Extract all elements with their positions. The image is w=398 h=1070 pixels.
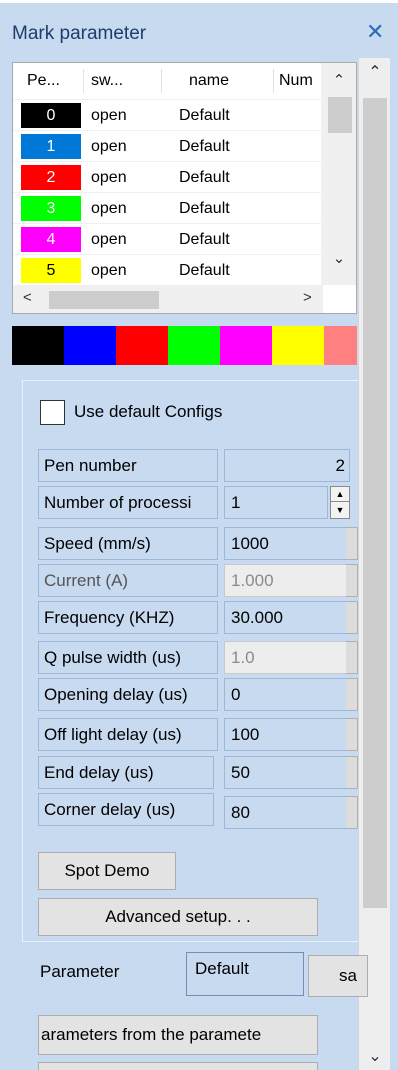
col-header-pen[interactable]: Pe... bbox=[27, 63, 60, 99]
frequency-input[interactable]: 30.000 bbox=[224, 601, 358, 634]
pen-color-swatch[interactable] bbox=[168, 326, 220, 365]
table-scroll-up-icon[interactable]: ⌃ bbox=[321, 71, 356, 89]
table-hscroll-thumb[interactable] bbox=[49, 291, 159, 309]
name-cell: Default bbox=[179, 200, 230, 217]
name-cell: Default bbox=[179, 169, 230, 186]
table-horizontal-scrollbar[interactable]: < > bbox=[13, 285, 323, 313]
frequency-spin-control[interactable] bbox=[346, 601, 358, 634]
advanced-setup-button[interactable]: Advanced setup. . . bbox=[38, 898, 318, 936]
load-from-library-button[interactable]: arameters from the paramete bbox=[38, 1015, 318, 1055]
off-light-delay-spin-control[interactable] bbox=[346, 718, 358, 751]
table-row[interactable]: 0 open Default bbox=[13, 99, 323, 130]
column-divider bbox=[273, 69, 274, 93]
num-processing-stepper[interactable]: ▲ ▼ bbox=[330, 486, 350, 519]
window-title: Mark parameter bbox=[12, 23, 147, 44]
stepper-down-icon[interactable]: ▼ bbox=[331, 503, 349, 518]
use-default-configs-checkbox[interactable] bbox=[40, 400, 65, 425]
pen-index-cell: 1 bbox=[21, 134, 81, 159]
end-delay-label: End delay (us) bbox=[38, 756, 214, 789]
pen-table[interactable]: Pe... sw... name Num 0 open Default 1 op… bbox=[12, 62, 357, 314]
corner-delay-spin-control[interactable] bbox=[346, 796, 358, 829]
opening-delay-label: Opening delay (us) bbox=[38, 678, 218, 711]
pen-number-value: 2 bbox=[224, 449, 350, 482]
pen-color-swatch[interactable] bbox=[116, 326, 168, 365]
use-default-configs-label: Use default Configs bbox=[74, 402, 223, 421]
corner-delay-label: Corner delay (us) bbox=[38, 793, 214, 826]
pen-index-cell: 4 bbox=[21, 227, 81, 252]
partial-button[interactable] bbox=[38, 1062, 318, 1070]
end-delay-input[interactable]: 50 bbox=[224, 756, 358, 789]
q-pulse-spin-control bbox=[346, 641, 358, 674]
table-row[interactable]: 3 open Default bbox=[13, 192, 323, 223]
speed-label: Speed (mm/s) bbox=[38, 527, 218, 560]
current-label: Current (A) bbox=[38, 564, 218, 597]
stepper-up-icon[interactable]: ▲ bbox=[331, 487, 349, 502]
pen-color-swatch[interactable] bbox=[324, 326, 357, 365]
table-vertical-scrollbar[interactable]: ⌃ ⌄ bbox=[321, 63, 356, 285]
corner-delay-input[interactable]: 80 bbox=[224, 796, 358, 829]
panel-vertical-scrollbar[interactable]: ⌃ ⌄ bbox=[358, 58, 390, 1070]
scroll-down-icon[interactable]: ⌄ bbox=[359, 1046, 391, 1066]
pen-color-swatch[interactable] bbox=[272, 326, 324, 365]
end-delay-spin-control[interactable] bbox=[346, 756, 358, 789]
save-button[interactable]: sa bbox=[308, 955, 368, 997]
parameter-label: Parameter bbox=[40, 962, 120, 981]
table-scroll-left-icon[interactable]: < bbox=[23, 289, 32, 306]
pen-index-cell: 2 bbox=[21, 165, 81, 190]
pen-number-label: Pen number bbox=[38, 449, 218, 482]
switch-cell: open bbox=[91, 231, 127, 248]
column-divider bbox=[161, 69, 162, 93]
switch-cell: open bbox=[91, 200, 127, 217]
spot-demo-button[interactable]: Spot Demo bbox=[38, 852, 176, 890]
speed-input[interactable]: 1000 bbox=[224, 527, 358, 560]
col-header-switch[interactable]: sw... bbox=[91, 63, 123, 99]
num-processing-input[interactable]: 1 bbox=[224, 486, 328, 519]
off-light-delay-label: Off light delay (us) bbox=[38, 718, 218, 751]
off-light-delay-input[interactable]: 100 bbox=[224, 718, 358, 751]
name-cell: Default bbox=[179, 231, 230, 248]
current-input: 1.000 bbox=[224, 564, 358, 597]
name-cell: Default bbox=[179, 262, 230, 279]
col-header-name[interactable]: name bbox=[189, 63, 229, 99]
scroll-up-icon[interactable]: ⌃ bbox=[359, 62, 391, 82]
scroll-thumb[interactable] bbox=[363, 98, 387, 908]
opening-delay-spin-control[interactable] bbox=[346, 678, 358, 711]
pen-index-cell: 5 bbox=[21, 258, 81, 283]
title-bar: Mark parameter ✕ bbox=[0, 0, 398, 58]
name-cell: Default bbox=[179, 138, 230, 155]
switch-cell: open bbox=[91, 107, 127, 124]
pen-color-swatch[interactable] bbox=[12, 326, 64, 365]
pen-index-cell: 3 bbox=[21, 196, 81, 221]
table-scroll-down-icon[interactable]: ⌄ bbox=[321, 249, 356, 267]
q-pulse-width-input: 1.0 bbox=[224, 641, 358, 674]
switch-cell: open bbox=[91, 169, 127, 186]
table-row[interactable]: 2 open Default bbox=[13, 161, 323, 192]
switch-cell: open bbox=[91, 138, 127, 155]
current-spin-control bbox=[346, 564, 358, 597]
table-scroll-thumb[interactable] bbox=[328, 97, 352, 133]
table-row[interactable]: 1 open Default bbox=[13, 130, 323, 161]
parameter-value-field[interactable]: Default bbox=[186, 952, 304, 996]
column-divider bbox=[83, 69, 84, 93]
table-row[interactable]: 4 open Default bbox=[13, 223, 323, 254]
switch-cell: open bbox=[91, 262, 127, 279]
close-icon[interactable]: ✕ bbox=[366, 19, 384, 45]
name-cell: Default bbox=[179, 107, 230, 124]
pen-color-swatch[interactable] bbox=[64, 326, 116, 365]
frequency-label: Frequency (KHZ) bbox=[38, 601, 218, 634]
speed-spin-control[interactable] bbox=[346, 527, 358, 560]
pen-index-cell: 0 bbox=[21, 103, 81, 128]
table-scroll-right-icon[interactable]: > bbox=[303, 289, 312, 306]
q-pulse-width-label: Q pulse width (us) bbox=[38, 641, 218, 674]
num-processing-label: Number of processi bbox=[38, 486, 218, 519]
col-header-num[interactable]: Num bbox=[279, 63, 313, 99]
pen-color-strip[interactable] bbox=[12, 326, 357, 365]
pen-color-swatch[interactable] bbox=[220, 326, 272, 365]
opening-delay-input[interactable]: 0 bbox=[224, 678, 358, 711]
table-row[interactable]: 5 open Default bbox=[13, 254, 323, 285]
